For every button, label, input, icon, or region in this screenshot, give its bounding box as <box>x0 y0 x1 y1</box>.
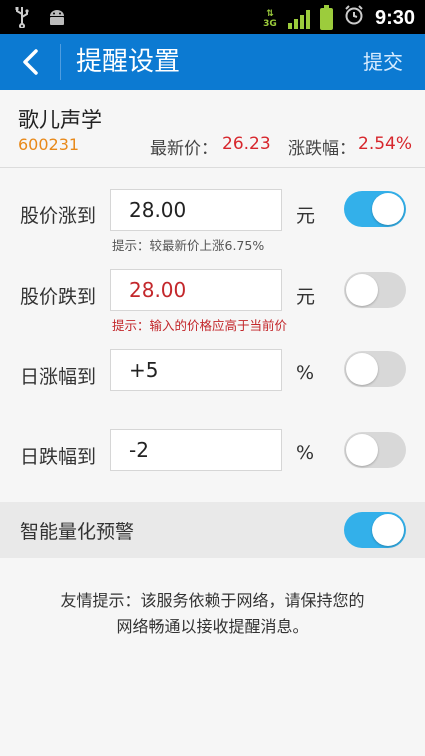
change-value: 2.54% <box>358 134 413 154</box>
alarm-icon <box>343 4 365 33</box>
android-icon <box>46 6 68 35</box>
daily-fall-input[interactable]: -2 <box>110 429 282 471</box>
page-title: 提醒设置 <box>76 47 181 77</box>
smart-alert-toggle[interactable] <box>344 512 406 548</box>
network-type-icon: ⇅ 3G <box>263 8 277 29</box>
back-button[interactable] <box>14 44 50 80</box>
daily-fall-toggle[interactable] <box>344 432 406 468</box>
signal-icon <box>287 9 310 29</box>
price-up-input[interactable]: 28.00 <box>110 189 282 231</box>
price-up-label: 股价涨到 <box>20 205 97 227</box>
notice-line-2: 网络畅通以接收提醒消息。 <box>116 617 309 636</box>
submit-button[interactable]: 提交 <box>363 46 403 78</box>
daily-rise-label: 日涨幅到 <box>20 366 97 388</box>
latest-price-value: 26.23 <box>222 134 271 154</box>
back-arrow-icon <box>23 49 38 75</box>
stock-code: 600231 <box>18 135 80 154</box>
network-notice: 友情提示：该服务依赖于网络，请保持您的 网络畅通以接收提醒消息。 <box>0 588 425 640</box>
daily-fall-unit: % <box>296 442 315 464</box>
status-time: 9:30 <box>374 7 415 29</box>
daily-rise-toggle[interactable] <box>344 351 406 387</box>
price-down-input[interactable]: 28.00 <box>110 269 282 311</box>
stock-name: 歌儿声学 <box>18 108 102 132</box>
price-up-unit: 元 <box>296 205 316 227</box>
latest-price-label: 最新价： <box>150 139 218 159</box>
price-down-label: 股价跌到 <box>20 286 97 308</box>
header-divider <box>60 44 61 80</box>
price-up-toggle[interactable] <box>344 191 406 227</box>
notice-line-1: 友情提示：该服务依赖于网络，请保持您的 <box>60 591 365 610</box>
price-down-unit: 元 <box>296 286 316 308</box>
app-header: 提醒设置 提交 <box>0 34 425 90</box>
usb-icon <box>14 6 30 35</box>
change-label: 涨跌幅： <box>288 139 356 159</box>
daily-rise-unit: % <box>296 362 315 384</box>
battery-icon <box>319 4 333 30</box>
price-down-toggle[interactable] <box>344 272 406 308</box>
price-up-hint: 提示：较最新价上涨6.75% <box>112 238 265 253</box>
daily-fall-label: 日跌幅到 <box>20 446 97 468</box>
stock-info: 歌儿声学 600231 最新价： 26.23 涨跌幅： 2.54% <box>0 90 425 168</box>
daily-rise-input[interactable]: +5 <box>110 349 282 391</box>
smart-alert-row: 智能量化预警 <box>0 502 425 558</box>
status-bar: ⇅ 3G 9:30 <box>0 0 425 34</box>
smart-alert-label: 智能量化预警 <box>20 521 135 543</box>
price-down-hint: 提示：输入的价格应高于当前价 <box>112 318 288 333</box>
